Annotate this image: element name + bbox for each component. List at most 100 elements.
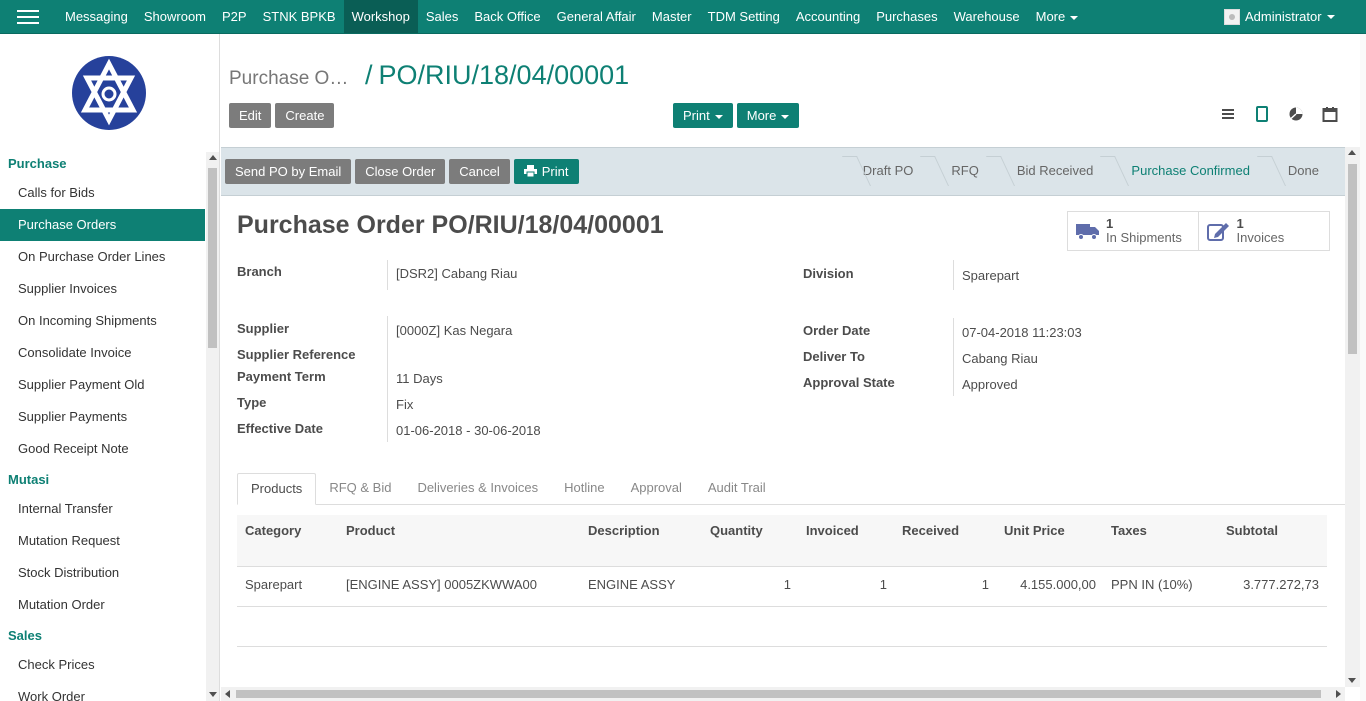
list-view-icon[interactable] (1220, 106, 1236, 122)
column-header[interactable]: Received (902, 515, 959, 547)
column-header[interactable]: Description (588, 515, 660, 547)
column-header[interactable]: Taxes (1111, 515, 1147, 547)
column-header[interactable]: Category (245, 515, 301, 547)
stage-bid-received: Bid Received (993, 148, 1108, 195)
create-button[interactable]: Create (275, 103, 335, 128)
menu-showroom[interactable]: Showroom (136, 0, 214, 33)
sidebar-item-supplier-payment-old[interactable]: Supplier Payment Old (0, 369, 205, 401)
sidebar-item-mutation-request[interactable]: Mutation Request (0, 525, 205, 557)
sidebar-item-internal-transfer[interactable]: Internal Transfer (0, 493, 205, 525)
tab-hotline[interactable]: Hotline (551, 473, 617, 505)
menu-p2p[interactable]: P2P (214, 0, 255, 33)
sidebar: Purchase Calls for Bids Purchase Orders … (0, 34, 220, 701)
menu-master[interactable]: Master (644, 0, 700, 33)
menu-workshop[interactable]: Workshop (343, 0, 418, 33)
breadcrumb-current: PO/RIU/18/04/00001 (378, 60, 630, 90)
sidebar-item-stock-distribution[interactable]: Stock Distribution (0, 557, 205, 589)
menu-warehouse[interactable]: Warehouse (946, 0, 1028, 33)
table-row[interactable]: Sparepart [ENGINE ASSY] 0005ZKWWA00 ENGI… (237, 567, 1327, 607)
sidebar-item-consolidate-invoice[interactable]: Consolidate Invoice (0, 337, 205, 369)
sidebar-scrollbar[interactable] (206, 152, 219, 701)
sidebar-item-supplier-invoices[interactable]: Supplier Invoices (0, 273, 205, 305)
approval-state-value: Approved (962, 377, 1018, 392)
menu-general-affair[interactable]: General Affair (549, 0, 644, 33)
main-vertical-scrollbar[interactable] (1345, 147, 1360, 687)
sidebar-item-calls-for-bids[interactable]: Calls for Bids (0, 177, 205, 209)
menu-stnk-bpkb[interactable]: STNK BPKB (255, 0, 344, 33)
menu-tdm-setting[interactable]: TDM Setting (700, 0, 788, 33)
column-header[interactable]: Product (346, 515, 395, 547)
sidebar-item-on-incoming-shipments[interactable]: On Incoming Shipments (0, 305, 205, 337)
close-order-button[interactable]: Close Order (355, 159, 446, 184)
menu-more[interactable]: More (1028, 0, 1087, 33)
cell-product: [ENGINE ASSY] 0005ZKWWA00 (346, 577, 537, 592)
page-edge (1360, 34, 1366, 701)
menu-accounting[interactable]: Accounting (788, 0, 868, 33)
edit-button[interactable]: Edit (229, 103, 272, 128)
effective-date-separator: - (466, 423, 471, 438)
sidebar-item-on-purchase-order-lines[interactable]: On Purchase Order Lines (0, 241, 205, 273)
print-button[interactable]: Print (513, 159, 579, 184)
column-header[interactable]: Unit Price (1004, 515, 1065, 547)
graph-view-icon[interactable] (1288, 106, 1304, 122)
form-view-icon[interactable] (1254, 106, 1270, 122)
sidebar-item-work-order[interactable]: Work Order (0, 681, 205, 701)
sidebar-item-supplier-payments[interactable]: Supplier Payments (0, 401, 205, 433)
truck-icon (1076, 224, 1099, 240)
scroll-up-arrow-icon[interactable] (1348, 150, 1356, 155)
invoices-button[interactable]: 1 Invoices (1199, 212, 1330, 250)
calendar-view-icon[interactable] (1322, 106, 1338, 122)
sidebar-item-good-receipt-note[interactable]: Good Receipt Note (0, 433, 205, 465)
main-scroll-thumb[interactable] (1348, 164, 1357, 354)
menu-purchases[interactable]: Purchases (868, 0, 945, 33)
tab-approval[interactable]: Approval (618, 473, 695, 505)
caret-down-icon (1326, 14, 1335, 19)
breadcrumb-parent[interactable]: Purchase Orders (229, 68, 353, 90)
order-date-value: 07-04-2018 11:23:03 (962, 325, 1082, 340)
effective-date-end: 30-06-2018 (474, 423, 541, 438)
send-po-email-button[interactable]: Send PO by Email (225, 159, 352, 184)
division-label: Division (803, 266, 854, 281)
user-menu[interactable]: Administrator (1224, 0, 1335, 33)
scroll-right-arrow-icon[interactable] (1336, 690, 1341, 698)
stage-rfq: RFQ (927, 148, 992, 195)
tab-rfq-bid[interactable]: RFQ & Bid (316, 473, 404, 505)
supplier-reference-label: Supplier Reference (237, 347, 356, 362)
column-header[interactable]: Subtotal (1226, 515, 1278, 547)
menu-sales[interactable]: Sales (418, 0, 467, 33)
sidebar-item-check-prices[interactable]: Check Prices (0, 649, 205, 681)
cancel-button[interactable]: Cancel (449, 159, 510, 184)
type-label: Type (237, 395, 267, 410)
column-header[interactable]: Invoiced (806, 515, 859, 547)
title-number: PO/RIU/18/04/00001 (431, 211, 664, 239)
menu-messaging[interactable]: Messaging (57, 0, 136, 33)
column-header[interactable]: Quantity (710, 515, 763, 547)
stage-purchase-confirmed: Purchase Confirmed (1107, 148, 1264, 195)
more-dropdown-button[interactable]: More (736, 103, 800, 128)
sidebar-item-purchase-orders[interactable]: Purchase Orders (0, 209, 205, 241)
sidebar-item-mutation-order[interactable]: Mutation Order (0, 589, 205, 621)
print-dropdown-label: Print (683, 108, 710, 123)
breadcrumb: Purchase Orders / PO/RIU/18/04/00001 (229, 60, 629, 94)
tab-products[interactable]: Products (237, 473, 317, 505)
sidebar-scroll-thumb[interactable] (208, 168, 217, 348)
scroll-down-arrow-icon[interactable] (1348, 678, 1356, 683)
tab-deliveries-invoices[interactable]: Deliveries & Invoices (404, 473, 551, 505)
scroll-up-arrow-icon[interactable] (209, 155, 217, 160)
menu-back-office[interactable]: Back Office (466, 0, 548, 33)
approval-state-label: Approval State (803, 375, 895, 390)
sidebar-menu: Purchase Calls for Bids Purchase Orders … (0, 149, 205, 701)
tab-audit-trail[interactable]: Audit Trail (695, 473, 779, 505)
scroll-down-arrow-icon[interactable] (209, 692, 217, 697)
caret-down-icon (781, 114, 790, 119)
payment-term-label: Payment Term (237, 369, 326, 384)
scroll-left-arrow-icon[interactable] (225, 690, 230, 698)
print-dropdown-button[interactable]: Print (673, 103, 733, 128)
horizontal-scroll-thumb[interactable] (236, 690, 1321, 698)
hamburger-menu-icon[interactable] (17, 10, 39, 24)
sidebar-section-purchase: Purchase (8, 156, 67, 171)
supplier-value: [0000Z] Kas Negara (396, 323, 513, 338)
table-footer (237, 607, 1327, 647)
horizontal-scrollbar[interactable] (221, 687, 1345, 701)
in-shipments-button[interactable]: 1 In Shipments (1068, 212, 1199, 250)
